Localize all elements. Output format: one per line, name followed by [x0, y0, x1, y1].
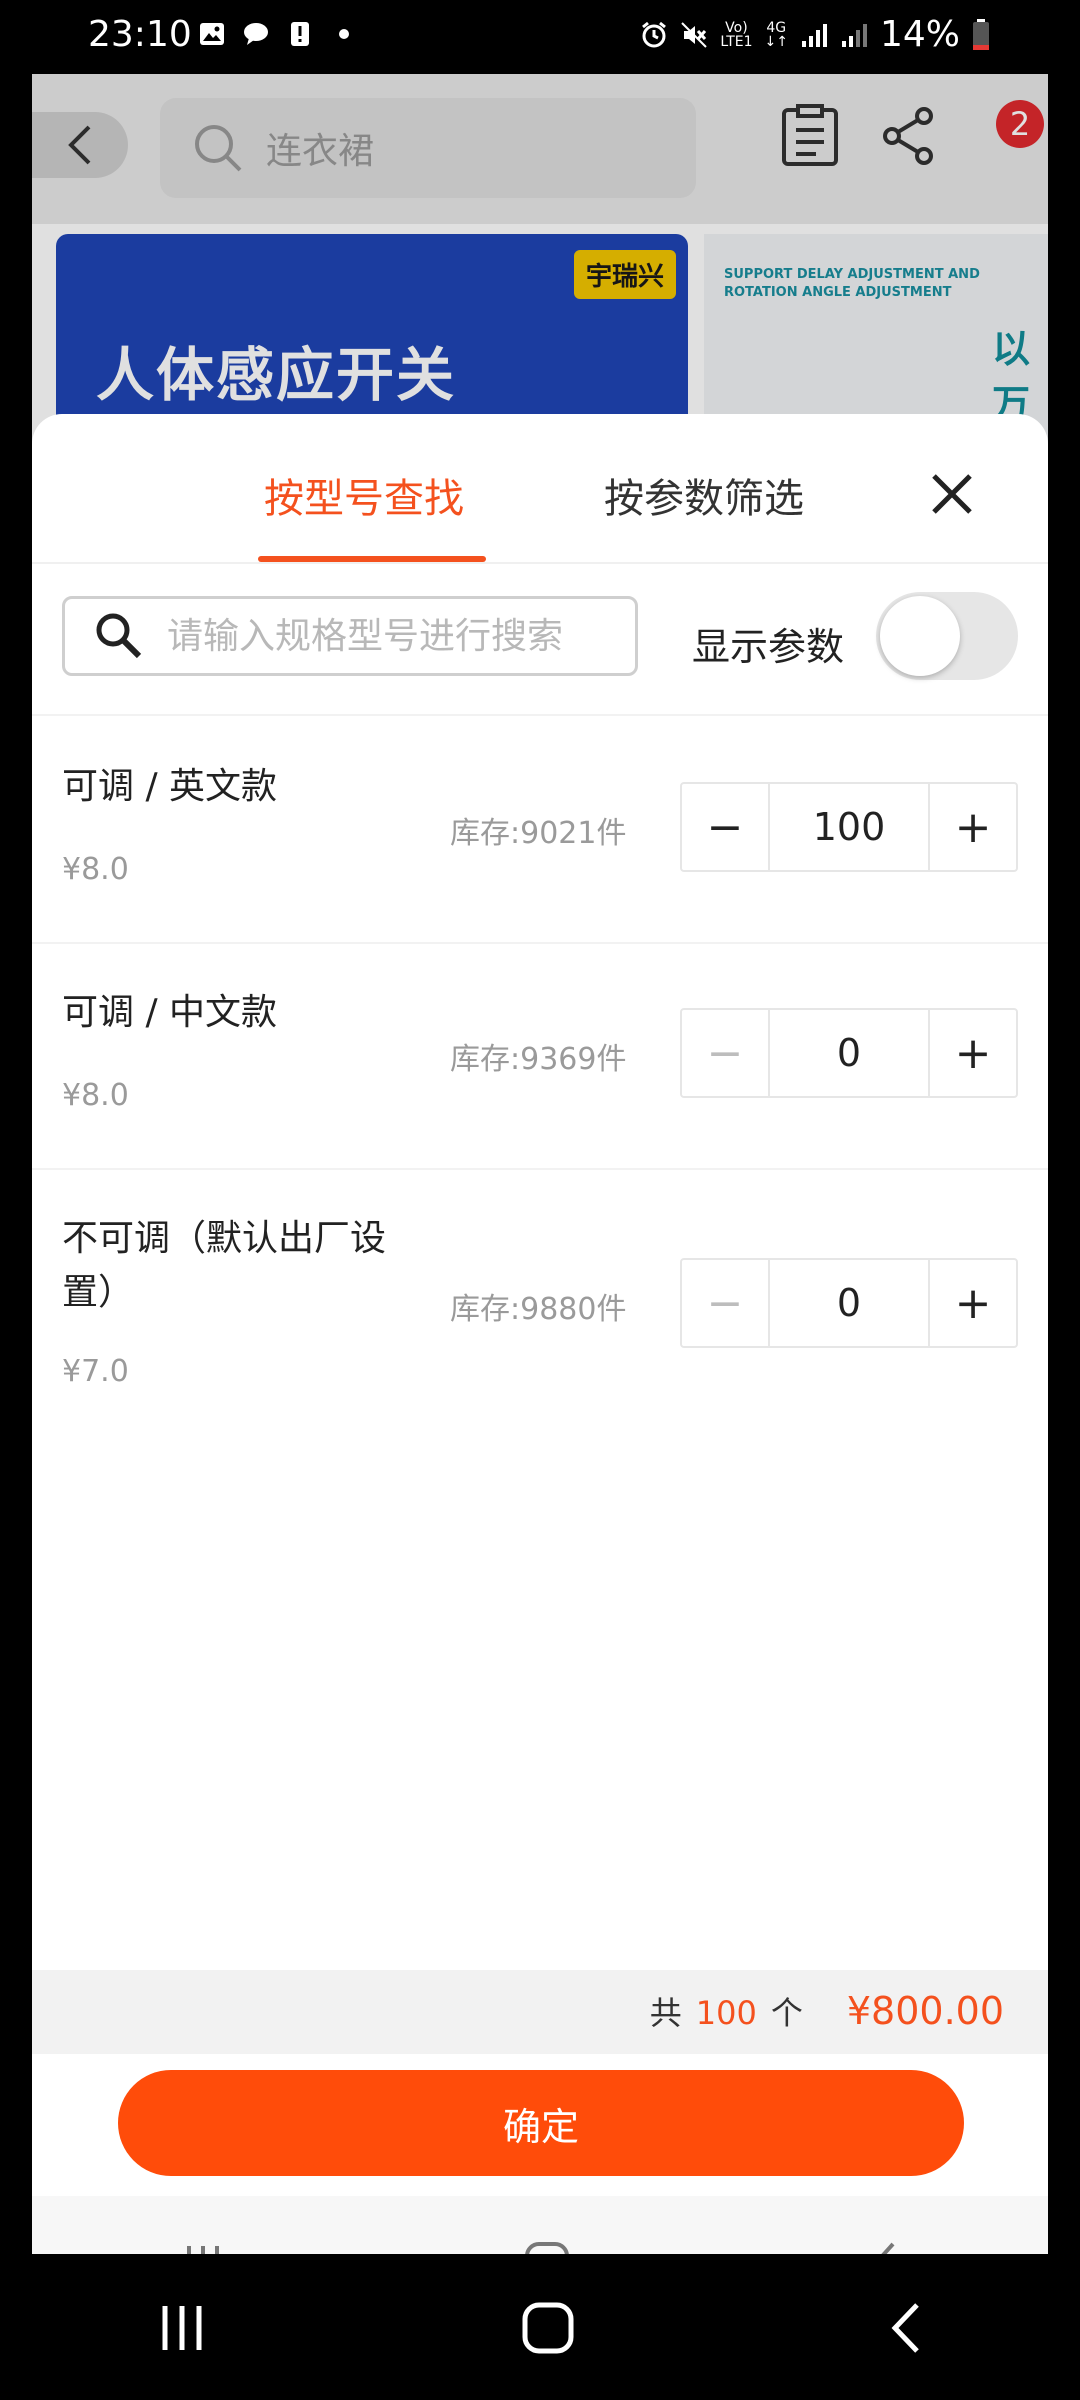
back-icon[interactable]	[889, 2301, 923, 2355]
quantity-stepper: − 100 +	[680, 782, 1018, 872]
quantity-stepper: − 0 +	[680, 1258, 1018, 1348]
battery-percent: 14%	[879, 14, 960, 55]
tab-by-model[interactable]: 按型号查找	[264, 466, 464, 524]
volte-top-text: Vo)	[725, 19, 748, 36]
toggle-knob	[880, 596, 960, 676]
home-icon[interactable]	[523, 2240, 571, 2254]
app-window: 连衣裙 2 宇瑞兴 人体感应开关 SUPPORT DELAY ADJUSTMEN…	[32, 74, 1048, 2254]
battery-icon	[973, 18, 989, 50]
show-params-toggle[interactable]	[876, 592, 1018, 680]
decrement-button[interactable]: −	[682, 1010, 768, 1096]
tab-by-params[interactable]: 按参数筛选	[604, 466, 804, 524]
decrement-button[interactable]: −	[682, 784, 768, 870]
recent-apps-icon[interactable]	[181, 2242, 225, 2254]
summary-count: 100	[695, 1994, 757, 2032]
variant-stock: 库存:9880件	[450, 1292, 627, 1327]
mute-icon	[681, 21, 708, 48]
variant-price: ¥7.0	[62, 1354, 129, 1389]
in-app-nav-row	[32, 2196, 1048, 2254]
variant-name: 可调 / 英文款	[62, 766, 278, 807]
summary-line: 共 100 个 ¥800.00	[650, 1988, 1004, 2034]
variant-price: ¥8.0	[62, 852, 129, 887]
variant-row: 可调 / 英文款 ¥8.0 库存:9021件 − 100 +	[32, 718, 1048, 944]
increment-button[interactable]: +	[930, 1260, 1016, 1346]
quantity-stepper: − 0 +	[680, 1008, 1018, 1098]
filter-row: 显示参数	[32, 566, 1048, 716]
close-icon[interactable]	[922, 464, 982, 524]
alarm-icon	[642, 21, 667, 47]
signal-icon	[801, 23, 827, 47]
summary-prefix: 共	[649, 1994, 682, 2032]
quantity-value[interactable]: 0	[768, 1260, 930, 1346]
volte-bottom-text: LTE1	[720, 33, 753, 50]
sheet-tabs: 按型号查找 按参数筛选	[32, 414, 1048, 564]
network-gen: 4G ↓↑	[765, 21, 788, 49]
chat-bubble-icon	[244, 23, 268, 45]
signal-2-icon	[841, 23, 867, 47]
recent-apps-icon[interactable]	[157, 2302, 207, 2354]
status-right: Vo) LTE1 4G ↓↑ 14%	[640, 14, 990, 55]
variant-price: ¥8.0	[62, 1078, 129, 1113]
status-notification-icons	[198, 20, 358, 48]
home-icon[interactable]	[521, 2301, 575, 2355]
status-time: 23:10	[88, 14, 192, 55]
confirm-button[interactable]: 确定	[118, 2070, 964, 2176]
dot-icon	[339, 29, 349, 39]
active-tab-indicator	[258, 556, 486, 562]
variant-picker-sheet: 按型号查找 按参数筛选 显示参数 可调 / 英文款 ¥8.0 库存:9021件 …	[32, 414, 1048, 2254]
variant-row: 不可调（默认出厂设置） ¥7.0 库存:9880件 − 0 +	[32, 1170, 1048, 1410]
decrement-button[interactable]: −	[682, 1260, 768, 1346]
back-icon[interactable]	[869, 2240, 899, 2254]
variant-name: 不可调（默认出厂设置）	[62, 1218, 387, 1313]
increment-button[interactable]: +	[930, 784, 1016, 870]
data-arrows-icon: ↓↑	[764, 33, 788, 50]
order-summary: 共 100 个 ¥800.00	[32, 1970, 1048, 2054]
variant-stock: 库存:9369件	[450, 1042, 627, 1077]
spec-search-box	[62, 596, 638, 676]
quantity-value[interactable]: 0	[768, 1010, 930, 1096]
show-params-label: 显示参数	[692, 625, 845, 669]
spec-search-input[interactable]	[167, 615, 607, 657]
alert-icon	[291, 22, 309, 46]
search-icon	[96, 613, 142, 659]
system-nav-bar	[0, 2256, 1080, 2400]
summary-unit: 个	[770, 1994, 803, 2032]
summary-total: ¥800.00	[846, 1989, 1004, 2033]
in-app-nav-bar	[32, 2196, 1048, 2254]
network-gen-text: 4G	[766, 19, 787, 36]
quantity-value[interactable]: 100	[768, 784, 930, 870]
variant-row: 可调 / 中文款 ¥8.0 库存:9369件 − 0 +	[32, 944, 1048, 1170]
gallery-icon	[200, 23, 224, 45]
status-bar: 23:10 Vo) LTE1 4G ↓↑ 14%	[0, 0, 1080, 74]
increment-button[interactable]: +	[930, 1010, 1016, 1096]
volte-indicator: Vo) LTE1	[720, 21, 752, 49]
variant-name: 可调 / 中文款	[62, 992, 278, 1033]
variant-stock: 库存:9021件	[450, 816, 627, 851]
